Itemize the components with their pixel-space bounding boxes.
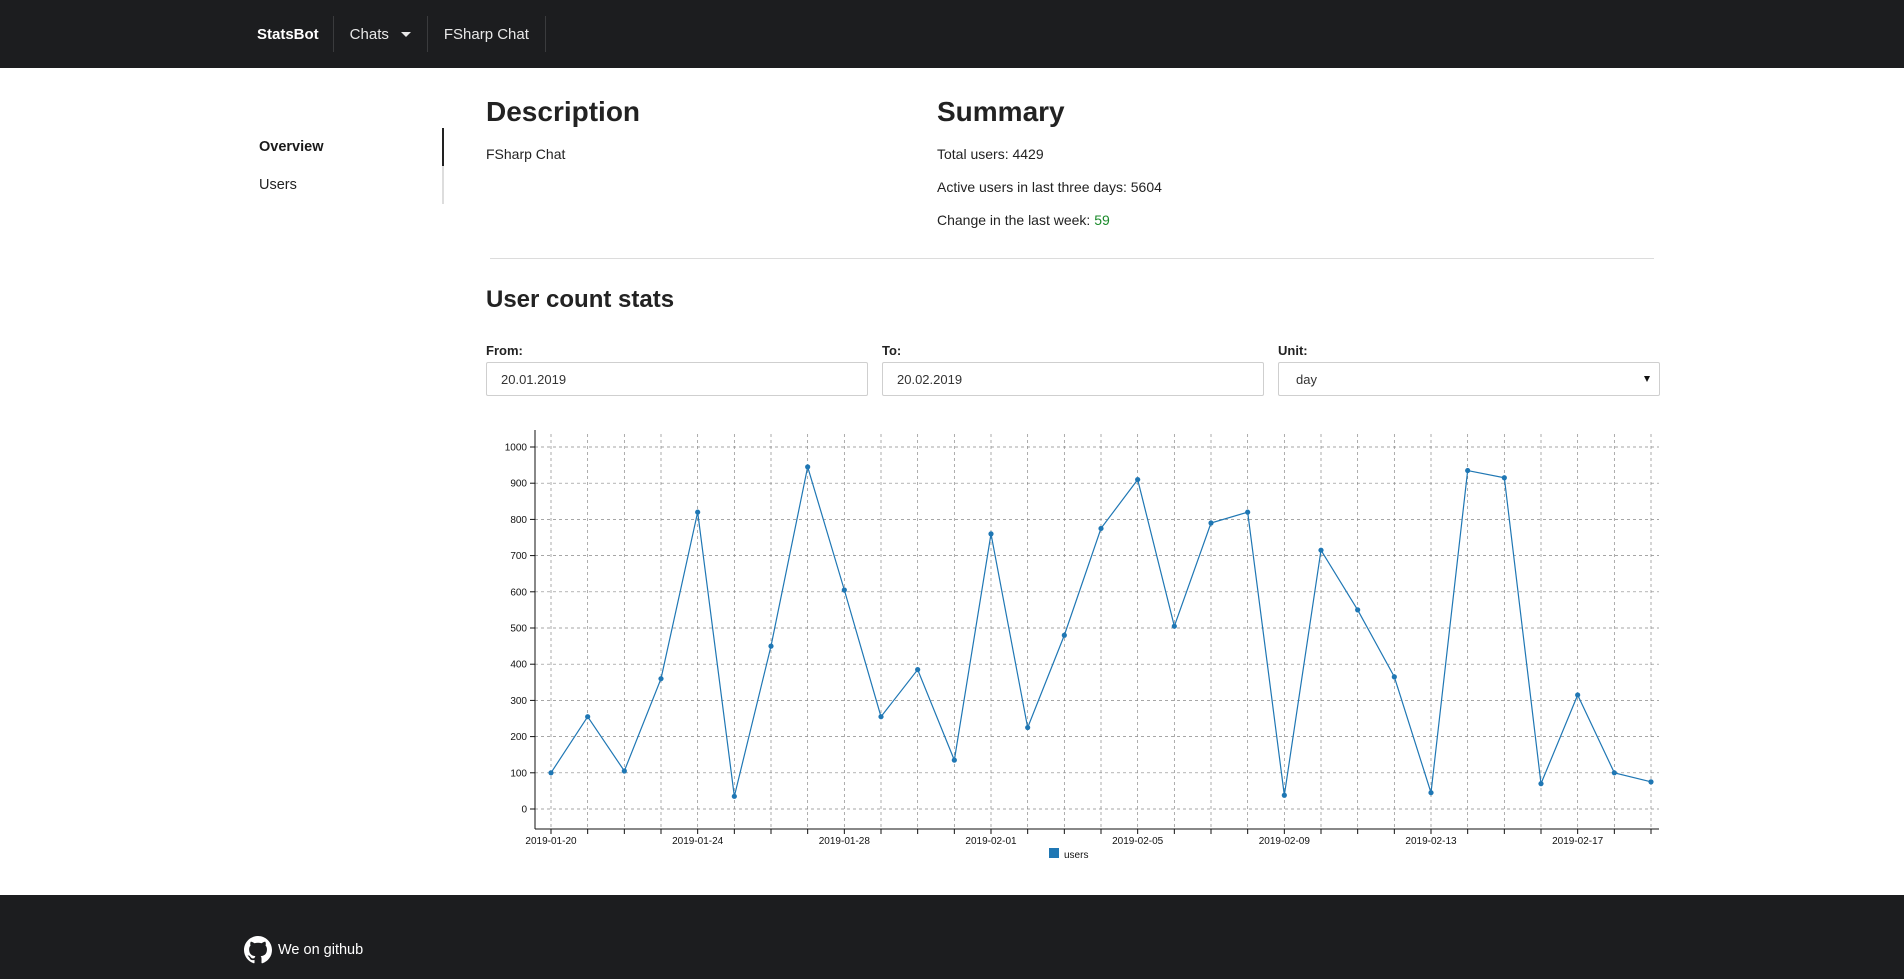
chats-dropdown[interactable]: Chats xyxy=(334,16,428,52)
github-icon xyxy=(244,936,272,964)
data-point xyxy=(1575,692,1581,698)
x-tick-label: 2019-02-05 xyxy=(1112,836,1164,847)
data-point xyxy=(1281,792,1287,798)
weekly-change-label: Change in the last week: xyxy=(937,212,1091,228)
unit-label: Unit: xyxy=(1278,343,1308,358)
data-point xyxy=(1428,790,1434,796)
section-divider xyxy=(490,258,1654,259)
unit-select-value: day xyxy=(1296,371,1317,387)
active-users-label: Active users in last three days: xyxy=(937,179,1127,195)
data-point xyxy=(1245,509,1251,515)
data-point xyxy=(1611,770,1617,776)
summary-heading: Summary xyxy=(937,96,1065,127)
y-tick-label: 100 xyxy=(510,768,527,779)
github-link[interactable]: We on github xyxy=(244,936,363,964)
total-users-line: Total users: 4429 xyxy=(937,146,1044,162)
caret-down-icon xyxy=(400,31,411,37)
x-tick-label: 2019-02-09 xyxy=(1259,836,1311,847)
to-label: To: xyxy=(882,343,902,358)
weekly-change-value: 59 xyxy=(1094,212,1110,228)
y-tick-label: 400 xyxy=(510,660,527,671)
to-date-input[interactable] xyxy=(882,362,1264,396)
description-text: FSharp Chat xyxy=(486,146,566,162)
weekly-change-line: Change in the last week: 59 xyxy=(937,212,1110,228)
y-tick-label: 900 xyxy=(510,479,527,490)
data-point xyxy=(1318,547,1324,553)
y-tick-label: 500 xyxy=(510,624,527,635)
data-point xyxy=(1171,623,1177,629)
data-point xyxy=(988,531,994,537)
data-point xyxy=(695,509,701,515)
data-point xyxy=(915,667,921,673)
description-heading: Description xyxy=(486,96,641,127)
from-label: From: xyxy=(486,343,523,358)
y-tick-label: 0 xyxy=(521,805,527,816)
y-tick-label: 1000 xyxy=(505,443,528,454)
data-point xyxy=(548,770,554,776)
x-tick-label: 2019-01-28 xyxy=(819,836,871,847)
top-navbar: StatsBot Chats FSharp Chat xyxy=(0,0,1904,68)
data-point xyxy=(1501,475,1507,481)
data-point xyxy=(1391,674,1397,680)
x-tick-label: 2019-02-13 xyxy=(1405,836,1457,847)
data-point xyxy=(768,643,774,649)
y-tick-label: 700 xyxy=(510,551,527,562)
data-point xyxy=(841,587,847,593)
user-count-chart: 0 100 200 300 400 500 600 700 800 900 1000 2019-01-… xyxy=(505,430,1659,861)
legend-swatch-users xyxy=(1049,848,1059,858)
data-point xyxy=(731,793,737,799)
data-point xyxy=(1025,724,1031,731)
sidebar-item-users[interactable]: Users xyxy=(243,166,444,204)
y-tick-label: 200 xyxy=(510,732,527,743)
data-point xyxy=(951,757,957,763)
data-point xyxy=(621,768,627,774)
x-tick-label: 2019-01-20 xyxy=(525,836,577,847)
github-link-label: We on github xyxy=(278,942,364,958)
y-tick-label: 600 xyxy=(510,587,527,598)
active-users-value: 5604 xyxy=(1130,179,1162,195)
data-point xyxy=(1465,467,1471,474)
chats-dropdown-label: Chats xyxy=(349,25,389,43)
brand-link[interactable]: StatsBot xyxy=(243,16,334,52)
data-point xyxy=(1208,520,1214,526)
current-chat-link[interactable]: FSharp Chat xyxy=(428,16,546,52)
active-users-line: Active users in last three days: 5604 xyxy=(937,179,1162,195)
data-point xyxy=(1538,781,1544,787)
total-users-value: 4429 xyxy=(1012,146,1044,162)
data-point xyxy=(1355,607,1361,613)
sidebar-nav: Overview Users xyxy=(243,128,444,204)
from-date-input[interactable] xyxy=(486,362,868,396)
x-tick-label: 2019-02-01 xyxy=(965,836,1017,847)
data-point xyxy=(658,676,664,682)
unit-select[interactable]: day xyxy=(1278,362,1660,396)
user-count-stats-heading: User count stats xyxy=(486,286,675,313)
data-point xyxy=(585,714,591,720)
data-point xyxy=(805,464,811,470)
data-point xyxy=(1648,779,1654,785)
y-tick-label: 300 xyxy=(510,696,527,707)
data-point xyxy=(878,714,884,720)
x-tick-label: 2019-02-17 xyxy=(1552,836,1604,847)
data-point xyxy=(1135,476,1141,483)
total-users-label: Total users: xyxy=(937,146,1009,162)
sidebar-item-overview[interactable]: Overview xyxy=(243,128,444,166)
legend-label-users: users xyxy=(1064,850,1088,861)
data-point xyxy=(1098,525,1104,532)
x-tick-label: 2019-01-24 xyxy=(672,836,724,847)
data-point xyxy=(1061,632,1067,638)
navbar-menu: StatsBot Chats FSharp Chat xyxy=(243,16,546,52)
y-tick-label: 800 xyxy=(510,515,527,526)
dropdown-arrow-icon xyxy=(1644,376,1650,382)
